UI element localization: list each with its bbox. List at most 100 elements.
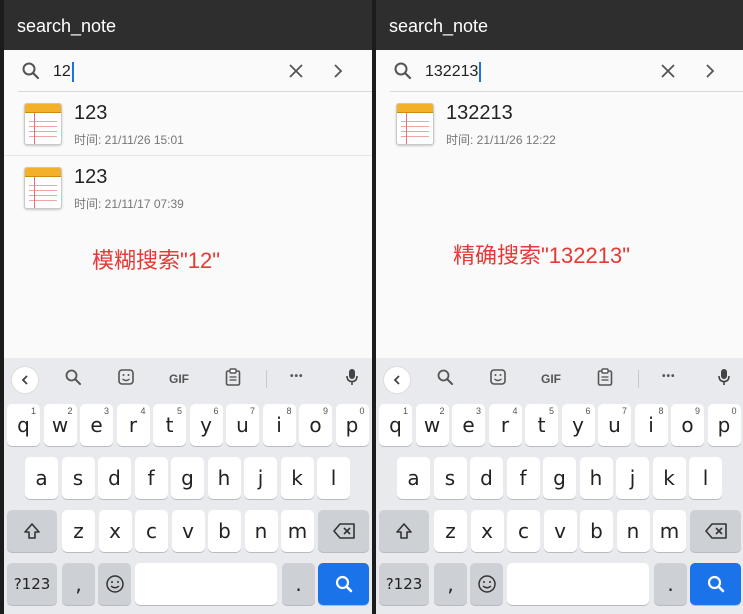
note-title: 132213: [446, 102, 513, 124]
key-d[interactable]: d: [98, 457, 131, 499]
search-icon: [21, 61, 41, 86]
search-icon[interactable]: [436, 368, 454, 389]
clipboard-icon[interactable]: [225, 368, 241, 389]
notepad-icon: [24, 167, 62, 209]
key-q[interactable]: q1: [7, 404, 40, 446]
sticker-icon[interactable]: [489, 368, 507, 389]
search-key[interactable]: [318, 563, 369, 605]
key-a[interactable]: a: [397, 457, 430, 499]
key-p[interactable]: p0: [335, 404, 369, 446]
key-e[interactable]: e3: [80, 404, 113, 446]
note-list-item[interactable]: 132213 时间: 21/11/26 12:22: [376, 92, 743, 156]
key-x[interactable]: x: [98, 510, 132, 552]
key-q[interactable]: q1: [379, 404, 412, 446]
period-key[interactable]: .: [654, 563, 687, 605]
annotation-text: 模糊搜索"12": [92, 248, 221, 273]
key-r[interactable]: r4: [488, 404, 522, 446]
key-k[interactable]: k: [280, 457, 314, 499]
toolbar-divider: [266, 370, 267, 388]
key-o[interactable]: o9: [299, 404, 332, 446]
clear-icon[interactable]: [288, 63, 304, 84]
note-title: 123: [74, 102, 108, 124]
symbols-key[interactable]: ?123: [7, 563, 57, 605]
key-p[interactable]: p0: [707, 404, 741, 446]
key-f[interactable]: f: [134, 457, 168, 499]
key-a[interactable]: a: [25, 457, 58, 499]
gif-icon[interactable]: GIF: [169, 372, 189, 386]
search-input[interactable]: 132213: [425, 62, 482, 82]
note-list-item[interactable]: 123 时间: 21/11/26 15:01: [4, 92, 372, 156]
comma-key[interactable]: ,: [62, 563, 95, 605]
search-icon[interactable]: [64, 368, 82, 389]
gif-icon[interactable]: GIF: [541, 372, 561, 386]
comma-key[interactable]: ,: [434, 563, 467, 605]
key-d[interactable]: d: [470, 457, 503, 499]
key-o[interactable]: o9: [671, 404, 704, 446]
chevron-right-icon[interactable]: [702, 63, 718, 84]
search-key[interactable]: [690, 563, 741, 605]
spacebar[interactable]: [507, 563, 649, 605]
key-z[interactable]: z: [62, 510, 95, 552]
key-i[interactable]: i8: [634, 404, 668, 446]
key-g[interactable]: g: [171, 457, 204, 499]
back-icon[interactable]: [11, 366, 39, 394]
key-v[interactable]: v: [543, 510, 577, 552]
key-s[interactable]: s: [61, 457, 95, 499]
key-u[interactable]: u7: [226, 404, 259, 446]
key-w[interactable]: w2: [415, 404, 449, 446]
key-w[interactable]: w2: [43, 404, 77, 446]
key-i[interactable]: i8: [262, 404, 296, 446]
note-list-item[interactable]: 123 时间: 21/11/17 07:39: [4, 156, 372, 220]
backspace-icon[interactable]: [318, 510, 369, 552]
key-l[interactable]: l: [317, 457, 350, 499]
search-input[interactable]: 12: [53, 62, 74, 82]
key-b[interactable]: b: [208, 510, 241, 552]
key-r[interactable]: r4: [116, 404, 150, 446]
search-query-text: 132213: [425, 63, 479, 80]
key-s[interactable]: s: [433, 457, 467, 499]
more-icon[interactable]: •••: [662, 371, 676, 382]
clipboard-icon[interactable]: [597, 368, 613, 389]
emoji-icon[interactable]: [470, 563, 503, 605]
key-t[interactable]: t5: [525, 404, 558, 446]
key-h[interactable]: h: [579, 457, 613, 499]
key-y[interactable]: y6: [561, 404, 595, 446]
key-x[interactable]: x: [470, 510, 504, 552]
microphone-icon[interactable]: [717, 368, 731, 389]
period-key[interactable]: .: [282, 563, 315, 605]
key-n[interactable]: n: [244, 510, 278, 552]
app-bar: search_note: [376, 0, 743, 50]
key-j[interactable]: j: [244, 457, 277, 499]
key-z[interactable]: z: [434, 510, 467, 552]
key-j[interactable]: j: [616, 457, 649, 499]
key-n[interactable]: n: [616, 510, 650, 552]
back-icon[interactable]: [383, 366, 411, 394]
key-b[interactable]: b: [580, 510, 613, 552]
shift-icon[interactable]: [379, 510, 429, 552]
emoji-icon[interactable]: [98, 563, 131, 605]
key-c[interactable]: c: [135, 510, 168, 552]
chevron-right-icon[interactable]: [330, 63, 346, 84]
key-h[interactable]: h: [207, 457, 241, 499]
key-c[interactable]: c: [507, 510, 540, 552]
symbols-key[interactable]: ?123: [379, 563, 429, 605]
key-t[interactable]: t5: [153, 404, 186, 446]
key-g[interactable]: g: [543, 457, 576, 499]
key-l[interactable]: l: [689, 457, 722, 499]
key-e[interactable]: e3: [452, 404, 485, 446]
shift-icon[interactable]: [7, 510, 57, 552]
key-m[interactable]: m: [281, 510, 314, 552]
sticker-icon[interactable]: [117, 368, 135, 389]
key-u[interactable]: u7: [598, 404, 631, 446]
clear-icon[interactable]: [660, 63, 676, 84]
key-m[interactable]: m: [653, 510, 686, 552]
microphone-icon[interactable]: [345, 368, 359, 389]
app-bar: search_note: [4, 0, 372, 50]
key-v[interactable]: v: [171, 510, 205, 552]
key-y[interactable]: y6: [189, 404, 223, 446]
key-f[interactable]: f: [506, 457, 540, 499]
more-icon[interactable]: •••: [290, 371, 304, 382]
key-k[interactable]: k: [652, 457, 686, 499]
spacebar[interactable]: [135, 563, 277, 605]
backspace-icon[interactable]: [690, 510, 741, 552]
